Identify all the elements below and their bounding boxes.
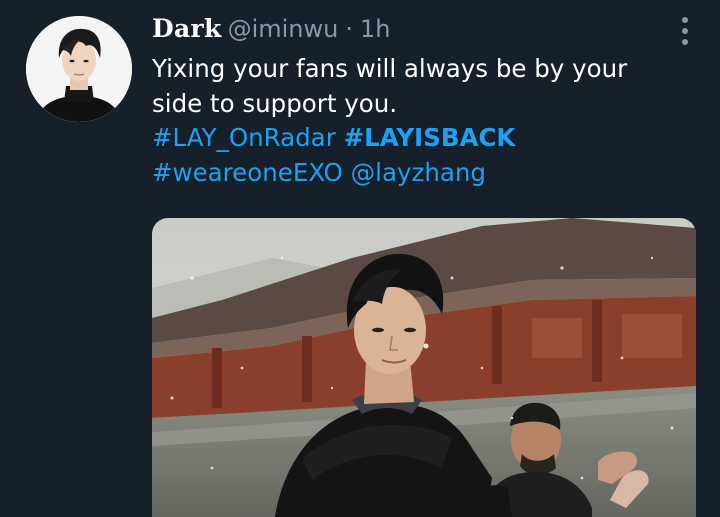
hashtag-link[interactable]: #LAY_OnRadar [152,123,336,152]
tweet-card[interactable]: Dark @iminwu · 1h Yixing your fans will … [0,0,720,517]
avatar[interactable] [26,16,132,122]
dot [682,28,688,34]
tweet-media-image[interactable] [152,218,696,517]
more-vertical-icon[interactable] [680,17,690,45]
user-handle[interactable]: @iminwu [228,15,339,43]
hashtag-line: #weareoneEXO @layzhang [152,156,692,191]
mention-link[interactable]: @layzhang [351,158,486,187]
display-name[interactable]: Dark [152,14,222,43]
dot [682,17,688,23]
hashtag-link[interactable]: #LAYISBACK [344,123,516,152]
hashtag-link[interactable]: #weareoneEXO [152,158,343,187]
tweet-text: Yixing your fans will always be by your … [152,52,692,190]
separator: · [345,15,353,43]
tweet-header: Dark @iminwu · 1h [152,14,390,48]
dot [682,39,688,45]
tweet-text-line: Yixing your fans will always be by your [152,54,628,83]
hashtag-line: #LAY_OnRadar #LAYISBACK [152,121,692,156]
tweet-text-line: side to support you. [152,88,398,118]
timestamp[interactable]: 1h [360,15,390,43]
